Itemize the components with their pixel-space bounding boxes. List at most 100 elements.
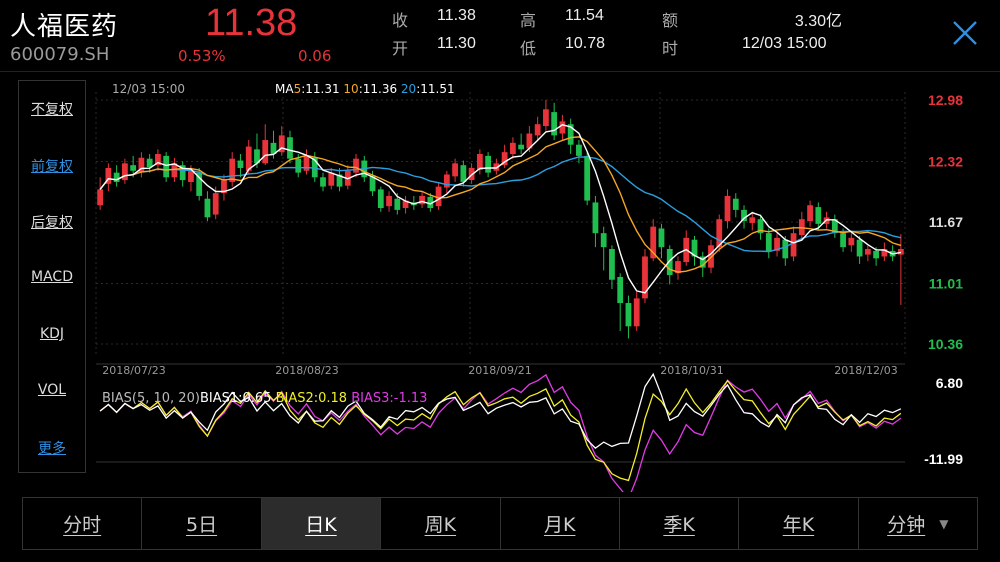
sidebar-item-more[interactable]: 更多 (19, 438, 85, 458)
candle-body (163, 155, 170, 178)
sidebar-item-forward-adjust[interactable]: 前复权 (19, 156, 85, 176)
ma10-line (99, 136, 902, 273)
stat-value-close: 11.38 (437, 7, 476, 24)
tab-yearly-k[interactable]: 年K (739, 498, 859, 549)
candle-body (543, 109, 549, 127)
price-tick-label: 12.98 (928, 92, 963, 108)
candle-body (353, 158, 359, 173)
sidebar-item-kdj[interactable]: KDJ (19, 326, 85, 342)
stat-label-amount: 额 (662, 11, 679, 30)
candle-body (749, 217, 756, 223)
tab-label: 周K (424, 514, 457, 536)
tab-intraday[interactable]: 分时 (23, 498, 143, 549)
candle-body (765, 233, 772, 252)
stat-value-time: 12/03 15:00 (742, 35, 827, 52)
candle-body (237, 160, 244, 168)
candle-body (848, 237, 855, 246)
tab-label: 日K (305, 514, 337, 536)
candle-body (122, 163, 128, 181)
sidebar-item-macd[interactable]: MACD (19, 269, 85, 285)
candle-body (328, 172, 335, 186)
candle-body (113, 172, 120, 182)
candle-body (576, 144, 582, 156)
ma-legend-part: :11.36 (359, 82, 401, 96)
stat-label-open: 开 (392, 39, 409, 58)
candle-body (666, 249, 673, 276)
kline-chart[interactable]: 12/03 15:00 MA5:11.31 10:11.36 20:11.51 12… (0, 72, 1000, 492)
ma-legend-part: MA (275, 82, 294, 96)
ma-legend: MA5:11.31 10:11.36 20:11.51 (275, 82, 455, 96)
stock-name: 人福医药 (10, 12, 119, 42)
candle-body (551, 112, 558, 136)
bias-legend: BIAS(5, 10, 20)BIAS1:0.65 BIAS2:0.18 BIA… (102, 391, 427, 406)
ma-legend-part: 20 (401, 82, 416, 96)
sidebar-item-no-adjust[interactable]: 不复权 (19, 99, 85, 119)
close-button[interactable] (950, 18, 980, 48)
tab-minute[interactable]: 分钟 ▼ (859, 498, 977, 549)
date-tick-label: 2018/10/31 (660, 364, 723, 377)
last-price: 11.38 (205, 2, 298, 44)
ma-legend-part: 10 (343, 82, 358, 96)
candle-body (287, 137, 293, 159)
stat-label-low: 低 (520, 39, 537, 58)
tab-label: 月K (543, 514, 576, 536)
stat-value-open: 11.30 (437, 35, 476, 52)
candle-body (460, 165, 467, 182)
candle-body (807, 205, 813, 222)
candle-body (559, 121, 566, 134)
tab-label: 季K (663, 514, 695, 536)
candle-body (188, 170, 194, 182)
candle-body (377, 189, 384, 209)
stat-label-high: 高 (520, 11, 537, 30)
close-icon (953, 21, 977, 45)
candle-body (394, 198, 401, 210)
candle-body (625, 303, 632, 327)
stat-value-amount: 3.30亿 (794, 13, 842, 30)
candle-body (443, 174, 450, 188)
bias-tick-label: -11.99 (924, 451, 963, 467)
tab-weekly-k[interactable]: 周K (381, 498, 501, 549)
bias-legend-part: BIAS(5, 10, 20) (102, 391, 200, 406)
candle-body (741, 209, 747, 222)
sidebar-item-vol[interactable]: VOL (19, 382, 85, 398)
tab-label: 5日 (186, 514, 218, 536)
sidebar-item-backward-adjust[interactable]: 后复权 (19, 212, 85, 232)
stat-value-high: 11.54 (565, 7, 604, 24)
tab-quarterly-k[interactable]: 季K (620, 498, 740, 549)
candle-body (130, 165, 137, 171)
candle-body (262, 140, 269, 164)
candle-body (609, 249, 615, 280)
candle-body (303, 155, 310, 171)
period-tab-bar: 分时 5日 日K 周K 月K 季K 年K 分钟 ▼ (22, 497, 978, 550)
tab-5day[interactable]: 5日 (142, 498, 262, 549)
candle-body (212, 193, 219, 215)
candle-body (617, 276, 624, 304)
stat-label-time: 时 (662, 39, 679, 58)
price-tick-label: 11.01 (929, 275, 963, 291)
candle-body (435, 186, 442, 207)
price-tick-label: 11.67 (929, 214, 963, 230)
candle-body (386, 195, 392, 207)
bias-tick-label: 6.80 (936, 375, 963, 391)
date-tick-label: 2018/12/03 (834, 364, 897, 377)
tab-label: 分时 (63, 514, 102, 536)
stock-code: 600079.SH (10, 44, 110, 65)
candle-body (518, 144, 525, 150)
bias-legend-part: BIAS3:-1.13 (351, 391, 427, 406)
change-percent: 0.53% (178, 47, 226, 65)
tab-monthly-k[interactable]: 月K (501, 498, 620, 549)
candle-body (840, 233, 846, 248)
date-tick-label: 2018/08/23 (275, 364, 338, 377)
candle-body (204, 198, 211, 218)
ma-legend-part: :11.51 (416, 82, 454, 96)
candle-body (534, 124, 541, 136)
candle-body (873, 250, 879, 259)
candle-body (476, 154, 483, 170)
stat-label-close: 收 (392, 11, 409, 30)
candle-body (452, 163, 458, 177)
date-tick-label: 2018/07/23 (102, 364, 165, 377)
indicator-sidebar: 不复权 前复权 后复权 MACD KDJ VOL 更多 (18, 80, 86, 473)
tab-daily-k[interactable]: 日K (261, 498, 382, 549)
chart-crosshair-time: 12/03 15:00 (112, 82, 185, 96)
bias-legend-part: BIAS2:0.18 (276, 391, 352, 406)
